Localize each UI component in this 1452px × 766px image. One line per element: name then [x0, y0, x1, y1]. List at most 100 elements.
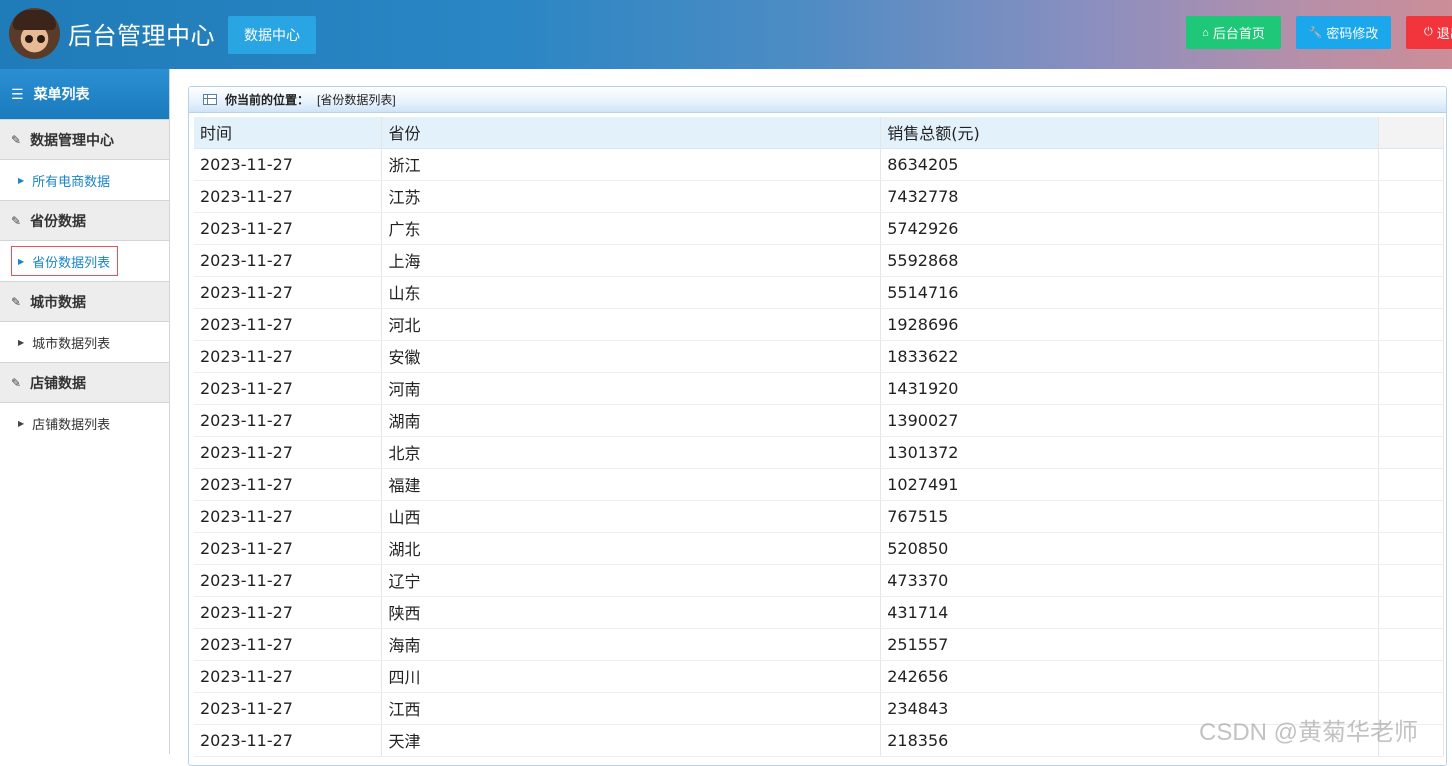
cell-sales-total: 473370 — [880, 564, 1380, 597]
cell-date: 2023-11-27 — [194, 436, 383, 469]
sidebar-item-label: 城市数据列表 — [32, 335, 111, 351]
table-row: 2023-11-27 湖北 520850 — [194, 532, 1444, 565]
cell-filler — [1378, 340, 1444, 373]
cell-province: 河南 — [381, 372, 882, 405]
table-row: 2023-11-27 浙江 8634205 — [194, 148, 1444, 181]
cell-filler — [1378, 372, 1444, 405]
sidebar-menu-title: ☰ 菜单列表 — [0, 69, 169, 119]
cell-date: 2023-11-27 — [194, 564, 383, 597]
cell-filler — [1378, 148, 1444, 181]
cell-sales-total: 5592868 — [880, 244, 1380, 277]
sidebar-group-data-management[interactable]: ✎ 数据管理中心 — [0, 119, 169, 160]
cell-date: 2023-11-27 — [194, 468, 383, 501]
list-icon: ☰ — [11, 85, 24, 102]
edit-icon: ✎ — [11, 294, 22, 309]
cell-filler — [1378, 180, 1444, 213]
cell-date: 2023-11-27 — [194, 724, 383, 757]
data-panel: 你当前的位置： [省份数据列表] 时间 省份 销售总额(元) 2023-11-2… — [188, 86, 1447, 766]
admin-home-label: 后台首页 — [1212, 26, 1265, 41]
cell-filler — [1378, 468, 1444, 501]
menu-title-label: 菜单列表 — [33, 86, 90, 102]
sidebar-item-shop-data-list[interactable]: ▶ 店铺数据列表 — [0, 403, 169, 443]
sidebar-group-province-data[interactable]: ✎ 省份数据 — [0, 200, 169, 241]
table-row: 2023-11-27 山西 767515 — [194, 500, 1444, 533]
cell-filler — [1378, 276, 1444, 309]
column-header-province: 省份 — [381, 117, 882, 149]
cell-province: 海南 — [381, 628, 882, 661]
sidebar-group-label: 省份数据 — [30, 212, 87, 229]
cell-date: 2023-11-27 — [194, 148, 383, 181]
cell-province: 江西 — [381, 692, 882, 725]
change-password-button[interactable]: 🔧 密码修改 — [1296, 16, 1391, 49]
logout-label: 退出 — [1436, 26, 1452, 41]
cell-date: 2023-11-27 — [194, 244, 383, 277]
cell-sales-total: 1301372 — [880, 436, 1380, 469]
cell-sales-total: 1027491 — [880, 468, 1380, 501]
top-header: 后台管理中心 数据中心 ⌂ 后台首页 🔧 密码修改 ⏻ 退出 — [0, 0, 1452, 69]
cell-filler — [1378, 500, 1444, 533]
sidebar-item-label: 省份数据列表 — [32, 254, 111, 270]
cell-filler — [1378, 308, 1444, 341]
sidebar-group-shop-data[interactable]: ✎ 店铺数据 — [0, 362, 169, 403]
logout-button[interactable]: ⏻ 退出 — [1406, 16, 1452, 49]
table-row: 2023-11-27 海南 251557 — [194, 628, 1444, 661]
home-icon: ⌂ — [1202, 26, 1209, 39]
cell-date: 2023-11-27 — [194, 404, 383, 437]
sidebar-group-label: 城市数据 — [30, 293, 87, 310]
cell-sales-total: 5514716 — [880, 276, 1380, 309]
sidebar-item-province-data-list[interactable]: ▶ 省份数据列表 — [11, 246, 118, 276]
sidebar-item-label: 店铺数据列表 — [32, 416, 111, 432]
cell-filler — [1378, 212, 1444, 245]
cell-date: 2023-11-27 — [194, 692, 383, 725]
sidebar-item-all-ecommerce-data[interactable]: ▶ 所有电商数据 — [0, 160, 169, 200]
cell-date: 2023-11-27 — [194, 660, 383, 693]
change-password-label: 密码修改 — [1326, 26, 1379, 41]
cell-sales-total: 251557 — [880, 628, 1380, 661]
location-label: 你当前的位置： — [225, 93, 310, 107]
cell-province: 天津 — [381, 724, 882, 757]
caret-right-icon: ▶ — [18, 418, 25, 428]
cell-province: 四川 — [381, 660, 882, 693]
admin-home-button[interactable]: ⌂ 后台首页 — [1186, 16, 1281, 49]
data-center-button[interactable]: 数据中心 — [228, 16, 316, 54]
table-icon — [203, 94, 217, 105]
table-row: 2023-11-27 河北 1928696 — [194, 308, 1444, 341]
app-title: 后台管理中心 — [68, 23, 215, 50]
cell-filler — [1378, 404, 1444, 437]
main-content: 你当前的位置： [省份数据列表] 时间 省份 销售总额(元) 2023-11-2… — [171, 69, 1452, 766]
wrench-icon: 🔧 — [1308, 27, 1323, 39]
cell-date: 2023-11-27 — [194, 340, 383, 373]
watermark: CSDN @黄菊华老师 — [1199, 719, 1419, 746]
sidebar-item-city-data-list[interactable]: ▶ 城市数据列表 — [0, 322, 169, 362]
cell-date: 2023-11-27 — [194, 500, 383, 533]
cell-date: 2023-11-27 — [194, 308, 383, 341]
caret-right-icon: ▶ — [18, 337, 25, 347]
cell-filler — [1378, 532, 1444, 565]
column-header-filler — [1378, 117, 1444, 149]
table-row: 2023-11-27 四川 242656 — [194, 660, 1444, 693]
cell-sales-total: 7432778 — [880, 180, 1380, 213]
cell-province: 湖南 — [381, 404, 882, 437]
table-row: 2023-11-27 广东 5742926 — [194, 212, 1444, 245]
cell-filler — [1378, 628, 1444, 661]
table-row: 2023-11-27 辽宁 473370 — [194, 564, 1444, 597]
cell-sales-total: 1928696 — [880, 308, 1380, 341]
cell-province: 安徽 — [381, 340, 882, 373]
cell-filler — [1378, 436, 1444, 469]
cell-sales-total: 242656 — [880, 660, 1380, 693]
cell-filler — [1378, 660, 1444, 693]
cell-date: 2023-11-27 — [194, 532, 383, 565]
sidebar-item-label: 所有电商数据 — [32, 173, 111, 189]
column-header-date: 时间 — [194, 117, 383, 149]
sidebar-group-city-data[interactable]: ✎ 城市数据 — [0, 281, 169, 322]
sidebar-group-label: 数据管理中心 — [30, 131, 115, 148]
cell-province: 广东 — [381, 212, 882, 245]
edit-icon: ✎ — [11, 132, 22, 147]
edit-icon: ✎ — [11, 213, 22, 228]
edit-icon: ✎ — [11, 375, 22, 390]
cell-date: 2023-11-27 — [194, 212, 383, 245]
cell-province: 北京 — [381, 436, 882, 469]
cell-filler — [1378, 244, 1444, 277]
cell-filler — [1378, 596, 1444, 629]
cell-sales-total: 1431920 — [880, 372, 1380, 405]
